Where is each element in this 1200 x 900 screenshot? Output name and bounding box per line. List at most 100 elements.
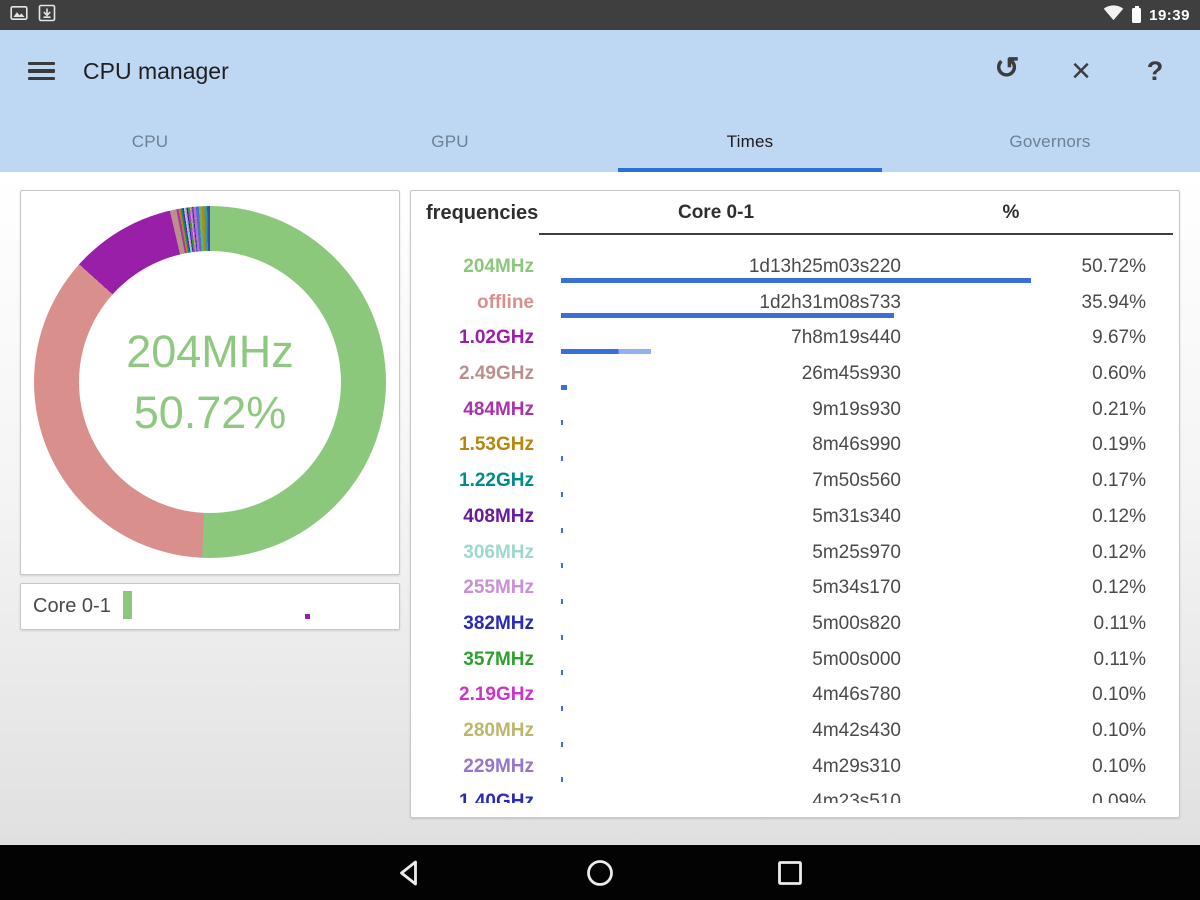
close-icon: ×	[1071, 54, 1091, 88]
usage-bar	[561, 777, 563, 782]
header-frequencies: frequencies	[426, 191, 538, 235]
tab-times[interactable]: Times	[600, 112, 900, 172]
download-done-icon	[38, 4, 56, 27]
time-value: 4m46s780	[561, 677, 901, 713]
table-row[interactable]: 229MHz 4m29s310 0.10%	[411, 749, 1179, 785]
frequency-label: 229MHz	[411, 749, 534, 785]
usage-bar	[561, 635, 563, 640]
percent-value: 0.60%	[1016, 356, 1146, 392]
screen: 19:39 CPU manager ↺ × ? CPU GPU Times Go…	[0, 0, 1200, 900]
center-percent: 50.72%	[134, 390, 287, 435]
table-row[interactable]: 1.53GHz 8m46s990 0.19%	[411, 427, 1179, 463]
core-label: Core 0-1	[33, 584, 111, 629]
percent-value: 50.72%	[1016, 249, 1146, 285]
percent-value: 0.19%	[1016, 427, 1146, 463]
time-value: 8m46s990	[561, 427, 901, 463]
time-value: 26m45s930	[561, 356, 901, 392]
frequency-label: 280MHz	[411, 713, 534, 749]
frequency-label: 1.22GHz	[411, 463, 534, 499]
time-value: 5m00s820	[561, 606, 901, 642]
core-mini-card[interactable]: Core 0-1	[20, 583, 400, 630]
mini-bar-green	[123, 591, 132, 619]
usage-bar	[561, 706, 563, 711]
percent-value: 0.09%	[1016, 784, 1146, 803]
header-percent: %	[971, 191, 1051, 235]
frequency-label: 1.40GHz	[411, 784, 534, 803]
usage-bar	[561, 349, 651, 354]
frequency-label: 255MHz	[411, 570, 534, 606]
table-row[interactable]: 357MHz5m00s0000.11%	[411, 642, 1179, 678]
help-button[interactable]: ?	[1138, 54, 1172, 88]
frequency-label: 484MHz	[411, 392, 534, 428]
back-button[interactable]	[394, 857, 426, 889]
header-core: Core 0-1	[616, 191, 816, 235]
help-icon: ?	[1147, 58, 1164, 85]
undo-button[interactable]: ↺	[990, 54, 1024, 88]
frequency-label: 382MHz	[411, 606, 534, 642]
usage-bar	[561, 528, 563, 533]
menu-button[interactable]	[28, 62, 55, 81]
time-value: 5m00s000	[561, 642, 901, 678]
status-bar: 19:39	[0, 0, 1200, 30]
wifi-icon	[1103, 5, 1124, 26]
percent-value: 0.10%	[1016, 749, 1146, 785]
content-area: 204MHz 50.72% Core 0-1 frequencies Core …	[0, 172, 1200, 845]
frequency-table[interactable]: 204MHz1d13h25m03s22050.72%offline1d2h31m…	[411, 235, 1179, 803]
percent-value: 9.67%	[1016, 320, 1146, 356]
table-row[interactable]: 1.40GHz4m23s5100.09%	[411, 784, 1179, 803]
percent-value: 0.17%	[1016, 463, 1146, 499]
tab-governors[interactable]: Governors	[900, 112, 1200, 172]
frequency-label: 204MHz	[411, 249, 534, 285]
mini-bar-purple	[305, 614, 310, 619]
page-title: CPU manager	[83, 58, 229, 85]
time-value: 4m42s430	[561, 713, 901, 749]
back-icon	[394, 857, 426, 889]
center-frequency: 204MHz	[126, 329, 294, 374]
tab-gpu[interactable]: GPU	[300, 112, 600, 172]
percent-value: 0.12%	[1016, 499, 1146, 535]
frequency-label: 2.49GHz	[411, 356, 534, 392]
frequency-label: 1.02GHz	[411, 320, 534, 356]
table-row[interactable]: 255MHz5m34s1700.12%	[411, 570, 1179, 606]
times-table-card: frequencies Core 0-1 % 204MHz1d13h25m03s…	[410, 190, 1180, 818]
table-row[interactable]: 1.02GHz7h8m19s4409.67%	[411, 320, 1179, 356]
donut-chart: 204MHz 50.72%	[34, 206, 386, 558]
usage-bar	[561, 278, 1031, 283]
percent-value: 0.10%	[1016, 677, 1146, 713]
table-row[interactable]: offline1d2h31m08s73335.94%	[411, 285, 1179, 321]
recents-button[interactable]	[774, 857, 806, 889]
appbar-actions: ↺ × ?	[990, 54, 1172, 88]
usage-bar	[561, 670, 563, 675]
frequency-label: offline	[411, 285, 534, 321]
home-button[interactable]	[584, 857, 616, 889]
frequency-label: 1.53GHz	[411, 427, 534, 463]
percent-value: 0.10%	[1016, 713, 1146, 749]
frequency-label: 2.19GHz	[411, 677, 534, 713]
table-row[interactable]: 484MHz 9m19s930 0.21%	[411, 392, 1179, 428]
status-clock: 19:39	[1149, 7, 1190, 24]
percent-value: 0.21%	[1016, 392, 1146, 428]
table-row[interactable]: 306MHz5m25s9700.12%	[411, 535, 1179, 571]
usage-bar	[561, 456, 563, 461]
tab-bar: CPU GPU Times Governors	[0, 112, 1200, 172]
time-value: 4m29s310	[561, 749, 901, 785]
percent-value: 0.12%	[1016, 535, 1146, 571]
table-row[interactable]: 1.22GHz7m50s5600.17%	[411, 463, 1179, 499]
table-row[interactable]: 2.19GHz 4m46s780 0.10%	[411, 677, 1179, 713]
time-value: 5m31s340	[561, 499, 901, 535]
percent-value: 0.12%	[1016, 570, 1146, 606]
screenshot-icon	[10, 4, 28, 27]
table-row[interactable]: 204MHz1d13h25m03s22050.72%	[411, 249, 1179, 285]
usage-bar	[561, 742, 563, 747]
table-row[interactable]: 280MHz 4m42s430 0.10%	[411, 713, 1179, 749]
table-row[interactable]: 382MHz5m00s8200.11%	[411, 606, 1179, 642]
table-row[interactable]: 408MHz5m31s3400.12%	[411, 499, 1179, 535]
undo-icon: ↺	[994, 54, 1019, 84]
table-row[interactable]: 2.49GHz 26m45s930 0.60%	[411, 356, 1179, 392]
time-value: 9m19s930	[561, 392, 901, 428]
usage-bar	[561, 492, 563, 497]
frequency-label: 357MHz	[411, 642, 534, 678]
tab-cpu[interactable]: CPU	[0, 112, 300, 172]
status-notification-icons	[10, 4, 56, 27]
close-button[interactable]: ×	[1064, 54, 1098, 88]
